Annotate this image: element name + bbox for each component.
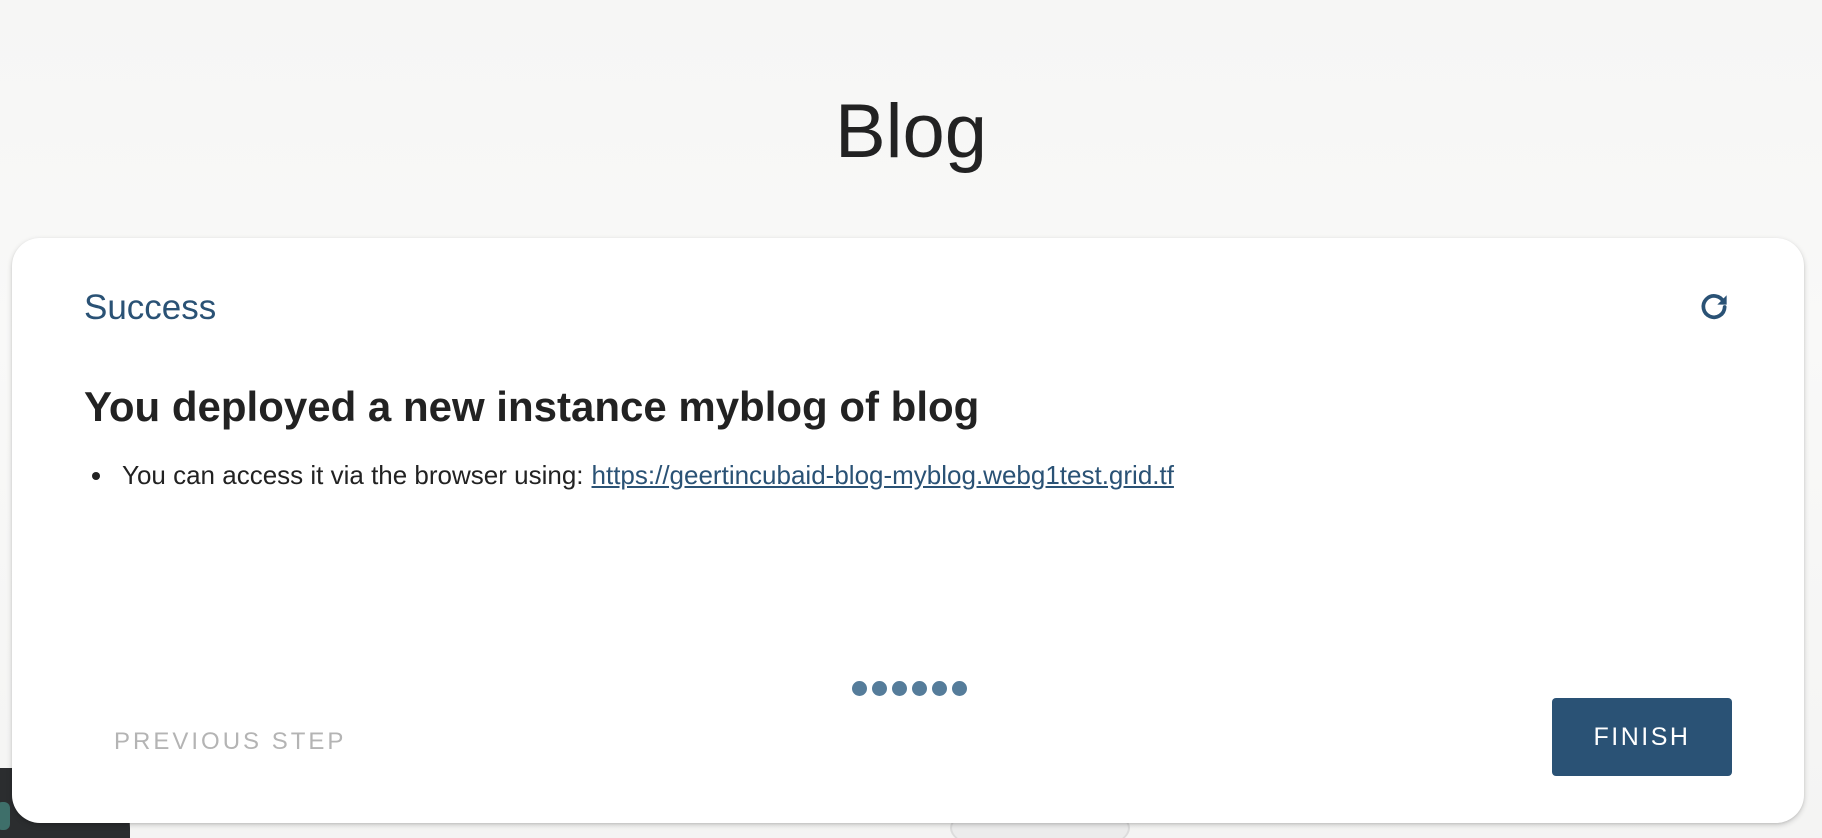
finish-button[interactable]: FINISH bbox=[1552, 698, 1732, 776]
refresh-button[interactable] bbox=[1694, 288, 1734, 328]
bullet-icon bbox=[92, 471, 100, 480]
access-text: You can access it via the browser using: bbox=[122, 460, 584, 490]
page-title: Blog bbox=[834, 89, 988, 174]
step-dot bbox=[912, 681, 927, 696]
step-title: Success bbox=[84, 288, 217, 327]
step-dot bbox=[932, 681, 947, 696]
step-dot bbox=[952, 681, 967, 696]
list-item: You can access it via the browser using:… bbox=[84, 460, 1174, 491]
previous-step-button[interactable]: PREVIOUS STEP bbox=[114, 718, 346, 766]
step-indicator bbox=[852, 681, 967, 696]
success-headline: You deployed a new instance myblog of bl… bbox=[84, 383, 980, 430]
info-list: You can access it via the browser using:… bbox=[84, 460, 1174, 491]
wizard-card: Success You deployed a new instance mybl… bbox=[12, 238, 1804, 823]
step-dot bbox=[872, 681, 887, 696]
step-dot bbox=[892, 681, 907, 696]
step-dot bbox=[852, 681, 867, 696]
instance-url-link[interactable]: https://geertincubaid-blog-myblog.webg1t… bbox=[592, 460, 1174, 491]
card-header: Success bbox=[84, 288, 1734, 328]
refresh-icon bbox=[1698, 291, 1730, 326]
